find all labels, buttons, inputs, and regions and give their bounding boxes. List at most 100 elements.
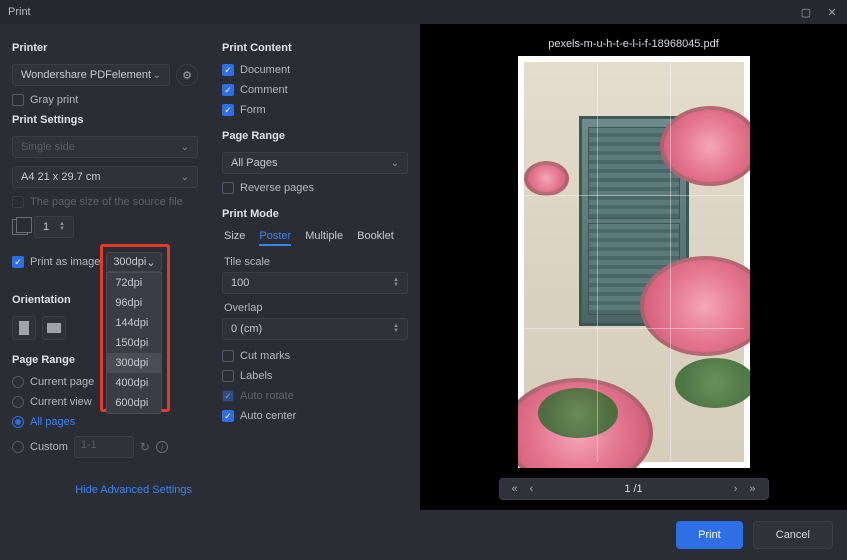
print-settings-heading: Print Settings [12, 114, 198, 126]
content-document-checkbox[interactable] [222, 64, 234, 76]
range-current-view-label: Current view [30, 396, 92, 408]
chevron-down-icon: ⌄ [153, 70, 161, 81]
printer-select[interactable]: Wondershare PDFelement ⌄ [12, 64, 170, 86]
last-page-button[interactable]: » [749, 483, 755, 495]
duplex-select-placeholder: Single side [21, 141, 75, 153]
auto-center-checkbox[interactable] [222, 410, 234, 422]
copies-icon [12, 219, 28, 235]
tab-poster[interactable]: Poster [259, 230, 291, 246]
dpi-option[interactable]: 600dpi [107, 393, 161, 413]
labels-label: Labels [240, 370, 272, 382]
printer-heading: Printer [12, 42, 198, 54]
print-mode-heading: Print Mode [222, 208, 408, 220]
source-page-size-checkbox[interactable] [12, 196, 24, 208]
panel-preview: pexels-m-u-h-t-e-l-i-f-18968045.pdf « ‹ [420, 24, 847, 510]
range-custom-radio[interactable] [12, 441, 24, 453]
source-page-size-label: The page size of the source file [30, 196, 183, 208]
content-comment-label: Comment [240, 84, 288, 96]
tile-scale-input[interactable]: 100 ▲▼ [222, 272, 408, 294]
window-controls: ▢ ✕ [799, 5, 839, 19]
copies-stepper[interactable]: 1 ▲▼ [34, 216, 74, 238]
labels-checkbox[interactable] [222, 370, 234, 382]
duplex-select[interactable]: Single side ⌄ [12, 136, 198, 158]
range-current-page-radio[interactable] [12, 376, 24, 388]
tab-booklet[interactable]: Booklet [357, 230, 394, 246]
printer-settings-button[interactable]: ⚙ [176, 64, 198, 86]
page-navigator: « ‹ 1 /1 › » [499, 478, 769, 500]
paper-size-select[interactable]: A4 21 x 29.7 cm ⌄ [12, 166, 198, 188]
toggle-advanced-settings-link[interactable]: Hide Advanced Settings [12, 484, 192, 496]
portrait-icon [19, 321, 29, 335]
orientation-landscape-button[interactable] [42, 316, 66, 340]
reset-icon[interactable]: ↻ [140, 440, 150, 454]
window-maximize-icon[interactable]: ▢ [799, 5, 813, 19]
page-range-select-value: All Pages [231, 157, 277, 169]
cut-marks-label: Cut marks [240, 350, 290, 362]
range-current-page-label: Current page [30, 376, 94, 388]
dpi-option[interactable]: 72dpi [107, 273, 161, 293]
preview-filename: pexels-m-u-h-t-e-l-i-f-18968045.pdf [548, 38, 719, 50]
dpi-option[interactable]: 400dpi [107, 373, 161, 393]
dialog-footer: Print Cancel [0, 510, 847, 560]
first-page-button[interactable]: « [512, 483, 518, 495]
tab-multiple[interactable]: Multiple [305, 230, 343, 246]
reverse-pages-checkbox[interactable] [222, 182, 234, 194]
orientation-portrait-button[interactable] [12, 316, 36, 340]
chevron-down-icon: ⌄ [391, 158, 399, 169]
print-as-image-label: Print as image [30, 256, 100, 268]
tab-size[interactable]: Size [224, 230, 245, 246]
info-icon[interactable]: i [156, 441, 168, 453]
auto-rotate-checkbox [222, 390, 234, 402]
gray-print-label: Gray print [30, 94, 78, 106]
dpi-option[interactable]: 144dpi [107, 313, 161, 333]
range-all-pages-label: All pages [30, 416, 75, 428]
content-form-checkbox[interactable] [222, 104, 234, 116]
dpi-select-value: 300dpi [113, 256, 146, 268]
tile-scale-value: 100 [231, 277, 249, 289]
page-range-select[interactable]: All Pages ⌄ [222, 152, 408, 174]
content-document-label: Document [240, 64, 290, 76]
range-custom-label: Custom [30, 441, 68, 453]
print-as-image-checkbox[interactable] [12, 256, 24, 268]
chevron-down-icon: ⌄ [146, 256, 155, 269]
next-page-button[interactable]: › [734, 483, 738, 495]
printer-select-value: Wondershare PDFelement [21, 69, 151, 81]
range-custom-input[interactable]: 1-1 [74, 436, 134, 458]
cut-marks-checkbox[interactable] [222, 350, 234, 362]
panel-print-options: Print Content Document Comment Form Page… [210, 24, 420, 510]
tile-scale-label: Tile scale [224, 256, 408, 268]
range-current-view-radio[interactable] [12, 396, 24, 408]
reverse-pages-label: Reverse pages [240, 182, 314, 194]
range-all-pages-radio[interactable] [12, 416, 24, 428]
content-comment-checkbox[interactable] [222, 84, 234, 96]
dpi-dropdown-menu: 72dpi 96dpi 144dpi 150dpi 300dpi 400dpi … [106, 272, 162, 414]
panel-printer: Printer Wondershare PDFelement ⌄ ⚙ Gray … [0, 24, 210, 510]
chevron-down-icon: ⌄ [181, 172, 189, 183]
title-bar: Print ▢ ✕ [0, 0, 847, 24]
window-close-icon[interactable]: ✕ [825, 5, 839, 19]
auto-center-label: Auto center [240, 410, 296, 422]
page-range-heading: Page Range [12, 354, 198, 366]
paper-size-value: A4 21 x 29.7 cm [21, 171, 101, 183]
print-button[interactable]: Print [676, 521, 743, 549]
overlap-value: 0 (cm) [231, 323, 262, 335]
dpi-select[interactable]: 300dpi ⌄ [106, 252, 162, 272]
cancel-button[interactable]: Cancel [753, 521, 833, 549]
gear-icon: ⚙ [182, 69, 192, 82]
auto-rotate-label: Auto rotate [240, 390, 294, 402]
content-form-label: Form [240, 104, 266, 116]
page-indicator: 1 /1 [547, 483, 719, 495]
overlap-label: Overlap [224, 302, 408, 314]
copies-value: 1 [43, 221, 49, 233]
print-content-heading: Print Content [222, 42, 408, 54]
print-mode-tabs: Size Poster Multiple Booklet [224, 230, 408, 246]
prev-page-button[interactable]: ‹ [530, 483, 534, 495]
orientation-heading: Orientation [12, 294, 198, 306]
overlap-input[interactable]: 0 (cm) ▲▼ [222, 318, 408, 340]
landscape-icon [47, 323, 61, 333]
dpi-option[interactable]: 96dpi [107, 293, 161, 313]
dpi-option[interactable]: 150dpi [107, 333, 161, 353]
gray-print-checkbox[interactable] [12, 94, 24, 106]
window-title: Print [8, 6, 31, 18]
dpi-option[interactable]: 300dpi [107, 353, 161, 373]
